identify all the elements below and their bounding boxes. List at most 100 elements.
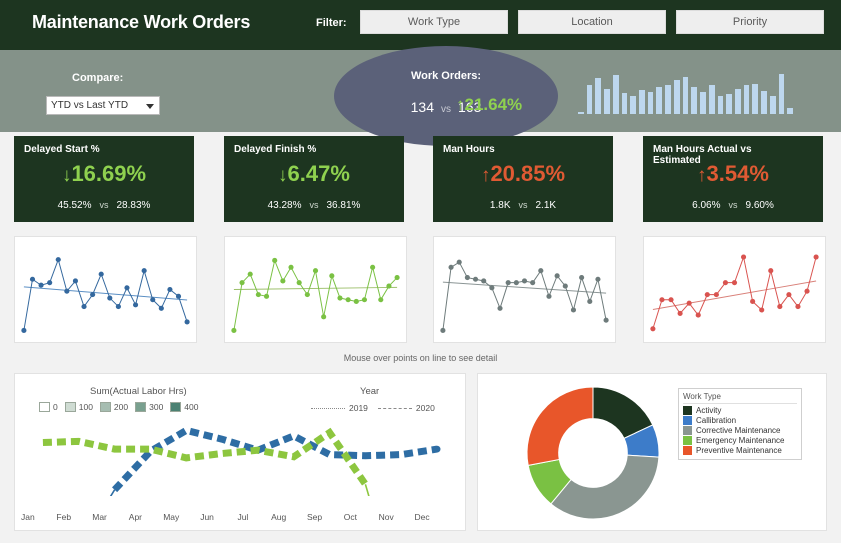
gradient-legend-label: 100	[78, 402, 93, 412]
gradient-legend-item: 0	[39, 402, 58, 412]
arrow-up-icon: ↑	[697, 165, 707, 186]
kpi-current: 6.06%	[692, 200, 721, 211]
year-legend-item-2020[interactable]: 2020	[377, 403, 435, 413]
work-orders-values: 134 vs 163	[334, 99, 558, 115]
axis-tick-label: Aug	[271, 512, 287, 522]
kpi-delta-value: 3.54%	[706, 161, 769, 186]
color-swatch	[99, 402, 111, 412]
color-swatch	[683, 416, 692, 425]
labor-hours-gradient-legend: 0 100 200 300 400	[39, 402, 198, 412]
arrow-up-icon: ↑	[480, 165, 491, 186]
gradient-legend-item: 400	[170, 402, 198, 412]
kpi-previous: 36.81%	[326, 200, 361, 211]
gradient-legend-label: 300	[149, 402, 164, 412]
work-type-legend-item[interactable]: Corrective Maintenance	[683, 426, 797, 435]
work-type-legend-item[interactable]: Callibration	[683, 416, 797, 425]
bar	[734, 89, 741, 114]
kpi-card-man-hours-actual-vs-estimated[interactable]: Man Hours Actual vs Estimated ↑3.54% 6.0…	[643, 136, 823, 222]
monthly-labor-hours-panel[interactable]: Sum(Actual Labor Hrs) Year 0 100 200 300 400…	[14, 373, 466, 531]
axis-tick-label: Dec	[414, 512, 430, 522]
work-type-legend-item[interactable]: Activity	[683, 406, 797, 415]
gradient-legend-item: 300	[135, 402, 163, 412]
work-type-legend-title: Work Type	[683, 392, 797, 404]
gradient-legend-label: 0	[53, 402, 58, 412]
kpi-title: Man Hours	[443, 144, 495, 155]
work-orders-vs: vs	[441, 104, 451, 115]
bar	[717, 95, 724, 114]
kpi-vs: vs	[728, 200, 738, 210]
bar	[578, 112, 584, 114]
axis-tick-label: Nov	[378, 512, 394, 522]
kpi-previous: 9.60%	[745, 200, 774, 211]
bar	[665, 85, 671, 114]
color-swatch	[683, 406, 692, 415]
bar	[769, 95, 776, 114]
axis-tick-label: Mar	[92, 512, 107, 522]
gradient-legend-label: 400	[184, 402, 199, 412]
bar	[595, 78, 602, 114]
bar	[639, 90, 645, 114]
arrow-down-icon: ↓	[61, 165, 72, 186]
kpi-delta: ↓16.69%	[14, 161, 194, 187]
color-swatch	[64, 402, 76, 412]
work-orders-ellipse	[334, 46, 558, 146]
kpi-comparison: 45.52% vs 28.83%	[14, 200, 194, 211]
monthly-line-chart[interactable]	[25, 418, 455, 496]
axis-tick-label: Jun	[200, 512, 214, 522]
bar	[691, 87, 698, 114]
axis-tick-label: Apr	[128, 512, 143, 522]
bar	[621, 93, 628, 114]
year-legend-item-2019[interactable]: 2019	[311, 403, 368, 413]
work-type-legend-label: Corrective Maintenance	[696, 426, 781, 435]
axis-tick-label: Jul	[237, 512, 249, 522]
chevron-down-icon	[146, 104, 154, 109]
month-axis-labels: Jan Feb Mar Apr May Jun Jul Aug Sep Oct Nov Dec	[10, 512, 440, 524]
sparkline-panel-man-hours-actual-vs-estimated[interactable]	[643, 236, 826, 343]
bar	[752, 83, 759, 114]
filter-button-work-type[interactable]: Work Type	[360, 10, 508, 34]
compare-select[interactable]: YTD vs Last YTD	[46, 96, 160, 115]
work-type-donut-panel[interactable]: Work Type Activity Callibration Corrective…	[477, 373, 827, 531]
sparkline-panel-man-hours[interactable]	[433, 236, 616, 343]
sparkline-chart	[440, 259, 609, 334]
color-swatch	[135, 402, 147, 412]
axis-tick-label: Feb	[56, 512, 72, 522]
kpi-card-delayed-start[interactable]: Delayed Start % ↓16.69% 45.52% vs 28.83%	[14, 136, 194, 222]
work-type-donut[interactable]	[498, 382, 688, 524]
year-legend: 2019 2020	[311, 403, 435, 413]
filter-button-priority[interactable]: Priority	[676, 10, 824, 34]
work-type-legend-item[interactable]: Emergency Maintenance	[683, 436, 797, 445]
kpi-delta-value: 6.47%	[287, 161, 350, 186]
year-legend-label: 2019	[349, 403, 368, 413]
compare-label: Compare:	[72, 72, 124, 84]
sparkline-panel-delayed-finish[interactable]	[224, 236, 407, 343]
kpi-delta: ↓6.47%	[224, 161, 404, 187]
sparkline-chart	[650, 254, 819, 332]
bar	[647, 91, 654, 114]
axis-tick-label: May	[163, 512, 180, 522]
axis-tick-label: Jan	[21, 512, 35, 522]
bar	[656, 87, 663, 114]
work-type-legend: Work Type Activity Callibration Corrective…	[678, 388, 802, 460]
sparkline-panel-delayed-start[interactable]	[14, 236, 197, 343]
color-swatch	[170, 402, 182, 412]
sparkline-chart	[231, 257, 400, 334]
compare-select-value: YTD vs Last YTD	[51, 100, 129, 111]
bar	[743, 85, 750, 114]
dashed-line-icon	[377, 407, 412, 409]
color-swatch	[683, 436, 692, 445]
kpi-card-man-hours[interactable]: Man Hours ↑20.85% 1.8K vs 2.1K	[433, 136, 613, 222]
page-title: Maintenance Work Orders	[32, 12, 251, 32]
dotted-line-icon	[311, 407, 345, 409]
kpi-current: 1.8K	[489, 200, 511, 211]
work-type-legend-label: Callibration	[696, 416, 737, 425]
filter-button-location[interactable]: Location	[518, 10, 666, 34]
work-type-legend-item[interactable]: Preventive Maintenance	[683, 446, 797, 455]
hover-hint-text: Mouse over points on line to see detail	[343, 353, 498, 363]
axis-tick-label: Sep	[306, 512, 323, 522]
gradient-legend-item: 200	[99, 402, 128, 412]
kpi-vs: vs	[99, 200, 109, 210]
bar	[761, 91, 767, 114]
kpi-vs: vs	[518, 200, 528, 210]
kpi-card-delayed-finish[interactable]: Delayed Finish % ↓6.47% 43.28% vs 36.81%	[224, 136, 404, 222]
